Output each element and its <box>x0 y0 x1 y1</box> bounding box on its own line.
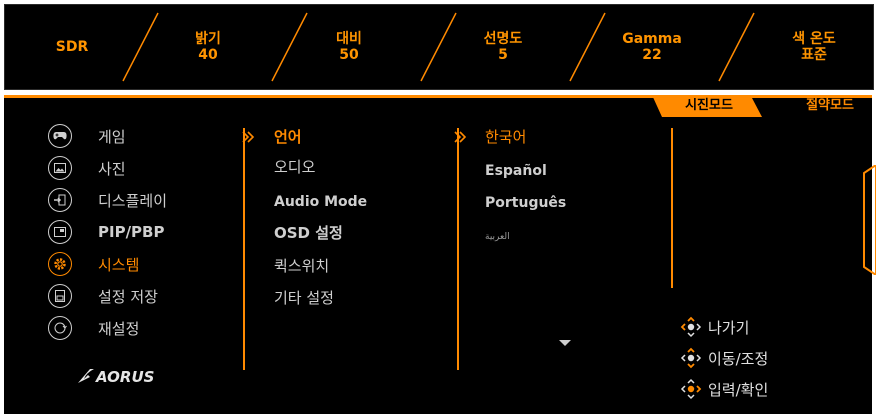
hint-label: 나가기 <box>708 318 750 337</box>
input-icon <box>48 188 72 212</box>
column-divider-1 <box>243 128 245 370</box>
submenu-item-other-settings[interactable]: 기타 설정 <box>274 284 334 312</box>
menu-item-pip[interactable]: PIP/PBP <box>48 218 164 246</box>
language-arrow-icon <box>454 131 467 143</box>
stat-value: 40 <box>198 47 218 63</box>
column-divider-2 <box>457 128 459 370</box>
stat-sdr: SDR <box>27 5 117 89</box>
stat-label: 선명도 <box>483 31 523 47</box>
stat-value: 22 <box>642 47 662 63</box>
submenu-item-audio-mode[interactable]: Audio Mode <box>274 188 367 216</box>
menu-label: 사진 <box>98 159 126 178</box>
menu-label: 재설정 <box>98 319 140 338</box>
logo-text: AORUS <box>95 368 154 386</box>
menu-label: 시스템 <box>98 255 140 274</box>
menu-item-reset[interactable]: 재설정 <box>48 314 139 342</box>
language-option-korean[interactable]: 한국어 <box>485 123 526 151</box>
osd-frame: SDR 밝기 40 대비 50 선명도 5 Gamma 22 색 온도 표준 시… <box>0 0 879 416</box>
stat-contrast: 대비 50 <box>299 5 399 89</box>
menu-label: 게임 <box>98 127 126 146</box>
joystick-enter-icon <box>680 378 702 400</box>
side-panel-tab[interactable] <box>860 165 876 275</box>
stat-label: Gamma <box>622 31 682 47</box>
hint-enter: 입력/확인 <box>680 377 768 401</box>
save-icon <box>48 284 72 308</box>
submenu-item-audio[interactable]: 오디오 <box>274 153 315 181</box>
stat-value: 50 <box>339 47 359 63</box>
stat-value: 5 <box>498 47 508 63</box>
stat-gamma: Gamma 22 <box>602 5 702 89</box>
picture-icon <box>48 156 72 180</box>
menu-item-display[interactable]: 디스플레이 <box>48 186 167 214</box>
submenu-item-osd-settings[interactable]: OSD 설정 <box>274 219 343 247</box>
hint-label: 이동/조정 <box>708 349 769 368</box>
menu-label: 디스플레이 <box>98 191 168 210</box>
gamepad-icon <box>48 124 72 148</box>
menu-label: PIP/PBP <box>98 223 165 241</box>
status-bar: SDR 밝기 40 대비 50 선명도 5 Gamma 22 색 온도 표준 <box>4 4 874 90</box>
menu-item-picture[interactable]: 사진 <box>48 154 126 182</box>
tab-picture-mode[interactable]: 시진모드 <box>666 95 752 117</box>
stat-value: 표준 <box>801 47 827 63</box>
status-separators <box>122 12 755 82</box>
stat-brightness: 밝기 40 <box>163 5 253 89</box>
stat-label: SDR <box>55 39 89 55</box>
hint-exit: 나가기 <box>680 315 749 339</box>
osd-main-panel: 시진모드 절약모드 게임 사진 디스플레이 PIP/PBP 시스템 설정 저장 … <box>4 95 876 414</box>
stat-label: 대비 <box>336 31 362 47</box>
stat-label: 색 온도 <box>792 31 836 47</box>
column-divider-3 <box>671 128 673 288</box>
menu-label: 설정 저장 <box>98 287 158 306</box>
gear-icon <box>48 252 72 276</box>
language-option-arabic[interactable]: العربية <box>485 223 510 251</box>
menu-item-save-settings[interactable]: 설정 저장 <box>48 282 158 310</box>
stat-color-temp: 색 온도 표준 <box>764 5 864 89</box>
aorus-logo: AORUS <box>76 365 166 387</box>
menu-item-system[interactable]: 시스템 <box>48 250 139 278</box>
scroll-down-icon[interactable] <box>559 340 571 347</box>
joystick-move-icon <box>680 347 702 369</box>
menu-item-game[interactable]: 게임 <box>48 122 126 150</box>
mode-tabs: 시진모드 절약모드 <box>652 95 872 117</box>
language-option-spanish[interactable]: Español <box>485 157 547 185</box>
stat-sharpness: 선명도 5 <box>453 5 553 89</box>
hint-move: 이동/조정 <box>680 346 768 370</box>
pip-icon <box>48 220 72 244</box>
submenu-arrow-icon <box>242 131 255 143</box>
language-option-portuguese[interactable]: Português <box>485 189 566 217</box>
tab-eco-mode[interactable]: 절약모드 <box>788 95 872 117</box>
submenu-item-quick-switch[interactable]: 퀵스위치 <box>274 252 329 280</box>
stat-label: 밝기 <box>195 31 221 47</box>
submenu-item-language[interactable]: 언어 <box>274 123 302 151</box>
hint-label: 입력/확인 <box>708 380 769 399</box>
joystick-exit-icon <box>680 316 702 338</box>
reset-icon <box>48 316 72 340</box>
